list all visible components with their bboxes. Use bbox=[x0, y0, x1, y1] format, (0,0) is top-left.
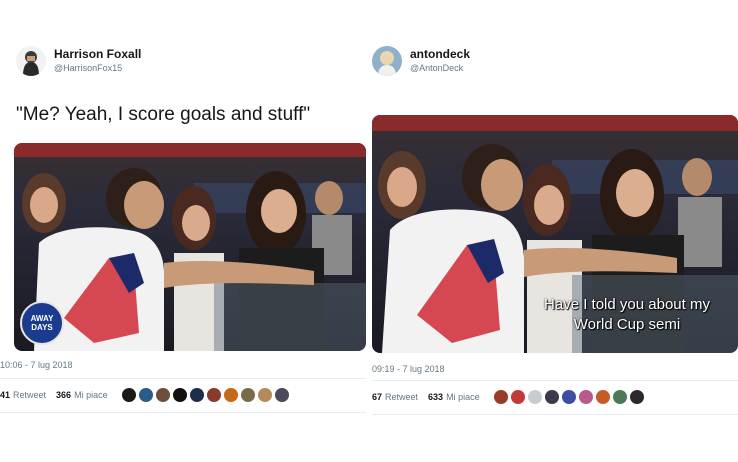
away-days-watermark: AWAY DAYS bbox=[20, 301, 64, 345]
meme-caption: Have I told you about my World Cup semi bbox=[502, 295, 738, 335]
tweet-stats: 67 Retweet 633 Mi piace bbox=[372, 390, 647, 404]
tweet-photo[interactable]: Have I told you about my World Cup semi bbox=[372, 115, 738, 353]
liker-avatar[interactable] bbox=[527, 390, 542, 404]
avatar[interactable] bbox=[16, 46, 46, 76]
liker-avatar[interactable] bbox=[544, 390, 559, 404]
handle[interactable]: @AntonDeck bbox=[410, 61, 470, 75]
tweet-card-left: Harrison Foxall @HarrisonFox15 "Me? Yeah… bbox=[0, 0, 366, 462]
divider bbox=[0, 412, 366, 413]
retweets-label[interactable]: Retweet bbox=[385, 392, 418, 402]
liker-avatar[interactable] bbox=[561, 390, 576, 404]
liker-avatar[interactable] bbox=[578, 390, 593, 404]
liker-avatar[interactable] bbox=[274, 388, 289, 402]
liker-avatar[interactable] bbox=[138, 388, 153, 402]
tweet-card-right: antondeck @AntonDeck Have I told you abo… bbox=[370, 0, 738, 462]
caption-line-1: Have I told you about my bbox=[544, 296, 710, 313]
liker-avatar[interactable] bbox=[223, 388, 238, 402]
retweets-label[interactable]: Retweet bbox=[13, 390, 46, 400]
divider bbox=[372, 414, 738, 415]
display-name[interactable]: antondeck bbox=[410, 47, 470, 61]
likes-count[interactable]: 633 bbox=[428, 392, 443, 402]
liker-avatar[interactable] bbox=[612, 390, 627, 404]
handle[interactable]: @HarrisonFox15 bbox=[54, 61, 141, 75]
likes-label[interactable]: Mi piace bbox=[74, 390, 108, 400]
tweet-text: "Me? Yeah, I score goals and stuff" bbox=[16, 104, 311, 125]
likes-count[interactable]: 366 bbox=[56, 390, 71, 400]
retweets-count[interactable]: 67 bbox=[372, 392, 382, 402]
liker-avatar[interactable] bbox=[189, 388, 204, 402]
tweet-stats: 41 Retweet 366 Mi piace bbox=[0, 388, 292, 402]
divider bbox=[372, 380, 738, 381]
liker-avatar[interactable] bbox=[121, 388, 136, 402]
likes-label[interactable]: Mi piace bbox=[446, 392, 480, 402]
tweet-timestamp[interactable]: 09:19 - 7 lug 2018 bbox=[372, 364, 445, 374]
tweet-timestamp[interactable]: 10:06 - 7 lug 2018 bbox=[0, 360, 73, 370]
display-name[interactable]: Harrison Foxall bbox=[54, 47, 141, 61]
liker-avatar[interactable] bbox=[155, 388, 170, 402]
liker-avatar[interactable] bbox=[629, 390, 644, 404]
retweets-count[interactable]: 41 bbox=[0, 390, 10, 400]
avatar[interactable] bbox=[372, 46, 402, 76]
divider bbox=[0, 378, 366, 379]
liker-avatar[interactable] bbox=[510, 390, 525, 404]
tweet-author[interactable]: antondeck @AntonDeck bbox=[372, 46, 470, 76]
liker-avatar[interactable] bbox=[206, 388, 221, 402]
liker-avatar[interactable] bbox=[493, 390, 508, 404]
liker-avatars bbox=[121, 388, 292, 402]
tweet-author[interactable]: Harrison Foxall @HarrisonFox15 bbox=[16, 46, 141, 76]
liker-avatar[interactable] bbox=[240, 388, 255, 402]
liker-avatar[interactable] bbox=[172, 388, 187, 402]
tweet-photo[interactable]: AWAY DAYS bbox=[14, 143, 366, 351]
liker-avatar[interactable] bbox=[257, 388, 272, 402]
liker-avatars bbox=[493, 390, 647, 404]
liker-avatar[interactable] bbox=[595, 390, 610, 404]
caption-line-2: World Cup semi bbox=[573, 316, 681, 333]
